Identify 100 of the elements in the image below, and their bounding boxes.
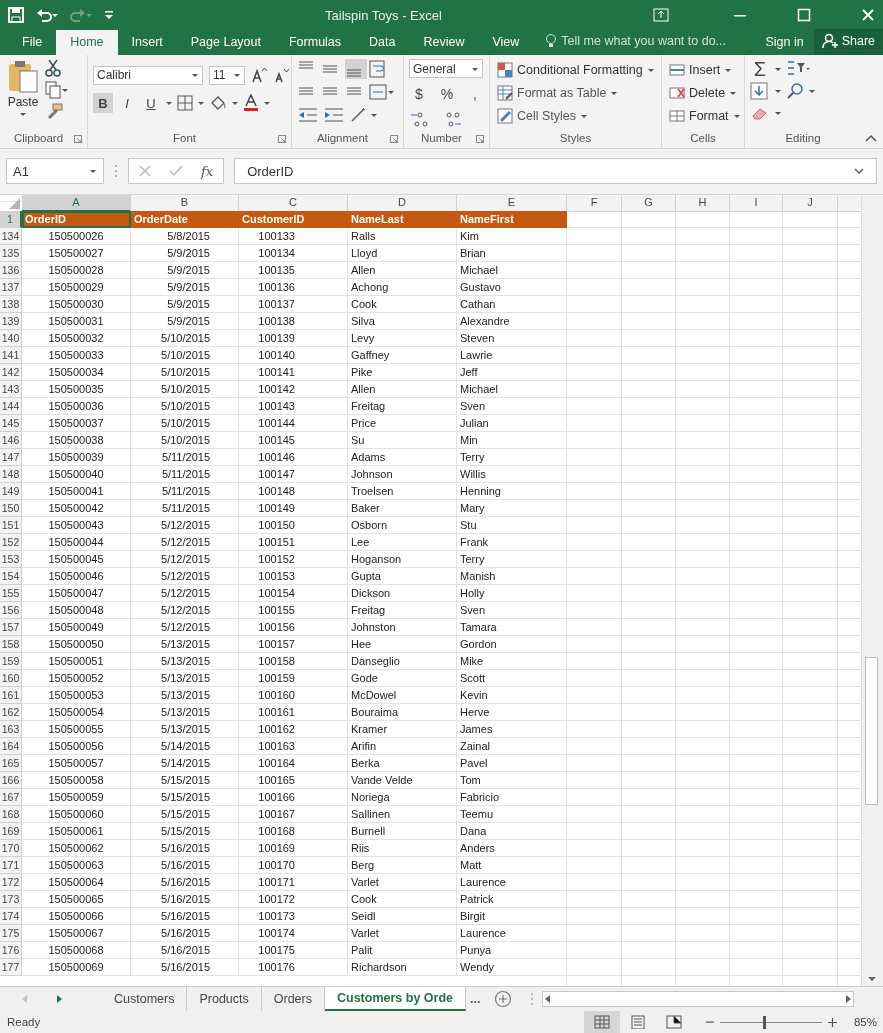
more-sheets-button[interactable]: ...: [466, 992, 489, 1007]
table-cell[interactable]: 150500045: [22, 550, 131, 568]
table-cell[interactable]: 150500065: [22, 890, 131, 908]
table-cell[interactable]: Birgit: [457, 907, 567, 925]
delete-button[interactable]: Delete: [667, 82, 743, 104]
table-cell[interactable]: Punya: [457, 941, 567, 959]
table-cell[interactable]: Brian: [457, 244, 567, 262]
table-cell[interactable]: 150500028: [22, 261, 131, 279]
table-cell[interactable]: 150500043: [22, 516, 131, 534]
table-cell[interactable]: Fabricio: [457, 788, 567, 806]
table-cell[interactable]: Freitag: [348, 601, 457, 619]
table-cell[interactable]: 150500055: [22, 720, 131, 738]
table-cell[interactable]: Noriega: [348, 788, 457, 806]
collapse-ribbon-icon[interactable]: [865, 133, 877, 142]
vertical-scrollbar[interactable]: [861, 194, 883, 987]
table-cell[interactable]: 100143: [239, 397, 348, 415]
table-cell[interactable]: 5/12/2015: [131, 533, 239, 551]
table-cell[interactable]: Min: [457, 431, 567, 449]
table-cell[interactable]: 150500050: [22, 635, 131, 653]
table-cell[interactable]: 150500052: [22, 669, 131, 687]
fill-down-icon[interactable]: [750, 82, 770, 100]
zoom-level[interactable]: 85%: [847, 1016, 877, 1028]
caret-icon[interactable]: [774, 110, 782, 116]
format-as-table-button[interactable]: Format as Table: [495, 82, 657, 104]
table-cell[interactable]: 5/16/2015: [131, 924, 239, 942]
table-cell[interactable]: 5/12/2015: [131, 618, 239, 636]
table-cell[interactable]: 150500053: [22, 686, 131, 704]
table-cell[interactable]: 150500061: [22, 822, 131, 840]
table-cell[interactable]: 150500056: [22, 737, 131, 755]
font-name-dropdown[interactable]: Calibri: [93, 65, 203, 85]
format-button[interactable]: Format: [667, 105, 743, 127]
table-cell[interactable]: 150500030: [22, 295, 131, 313]
table-cell[interactable]: 5/12/2015: [131, 550, 239, 568]
table-cell[interactable]: 150500058: [22, 771, 131, 789]
table-cell[interactable]: Freitag: [348, 397, 457, 415]
table-cell[interactable]: Troelsen: [348, 482, 457, 500]
row-header[interactable]: 1: [0, 210, 22, 228]
table-cell[interactable]: Burnell: [348, 822, 457, 840]
table-cell[interactable]: 100161: [239, 703, 348, 721]
copy-icon[interactable]: [45, 81, 69, 99]
table-cell[interactable]: 150500042: [22, 499, 131, 517]
table-cell[interactable]: Allen: [348, 380, 457, 398]
shrink-font-icon[interactable]: [273, 67, 289, 83]
table-cell[interactable]: Patrick: [457, 890, 567, 908]
lightbulb-icon[interactable]: [545, 33, 558, 49]
table-cell[interactable]: Wendy: [457, 958, 567, 976]
cell-styles-button[interactable]: Cell Styles: [495, 105, 657, 127]
table-cell[interactable]: Berka: [348, 754, 457, 772]
caret-icon[interactable]: [197, 100, 205, 106]
table-cell[interactable]: 150500035: [22, 380, 131, 398]
dialog-launcher-icon[interactable]: [476, 135, 484, 144]
table-cell[interactable]: Alexandre: [457, 312, 567, 330]
underline-button[interactable]: U: [141, 93, 161, 113]
paste-button[interactable]: Paste: [5, 59, 41, 131]
table-cell[interactable]: Zainal: [457, 737, 567, 755]
table-cell[interactable]: 100170: [239, 856, 348, 874]
merge-center-icon[interactable]: [369, 83, 395, 101]
ribbon-tab[interactable]: Data: [355, 30, 410, 55]
table-cell[interactable]: Gordon: [457, 635, 567, 653]
table-cell[interactable]: 5/12/2015: [131, 567, 239, 585]
table-cell[interactable]: 5/12/2015: [131, 601, 239, 619]
table-cell[interactable]: 5/16/2015: [131, 890, 239, 908]
table-cell[interactable]: 5/13/2015: [131, 669, 239, 687]
table-cell[interactable]: Silva: [348, 312, 457, 330]
table-cell[interactable]: 150500060: [22, 805, 131, 823]
table-cell[interactable]: 100168: [239, 822, 348, 840]
caret-icon[interactable]: [231, 100, 239, 106]
table-cell[interactable]: 5/13/2015: [131, 635, 239, 653]
table-cell[interactable]: 150500066: [22, 907, 131, 925]
table-cell[interactable]: 100158: [239, 652, 348, 670]
autosum-button[interactable]: Σ: [750, 59, 770, 79]
table-cell[interactable]: 5/15/2015: [131, 771, 239, 789]
table-cell[interactable]: 5/11/2015: [131, 448, 239, 466]
table-cell[interactable]: 100175: [239, 941, 348, 959]
table-cell[interactable]: Lawrie: [457, 346, 567, 364]
table-cell[interactable]: 100138: [239, 312, 348, 330]
table-cell[interactable]: Cook: [348, 295, 457, 313]
table-cell[interactable]: 5/9/2015: [131, 244, 239, 262]
sort-filter-icon[interactable]: [786, 60, 810, 78]
table-cell[interactable]: Herve: [457, 703, 567, 721]
table-cell[interactable]: 100173: [239, 907, 348, 925]
table-cell[interactable]: 150500051: [22, 652, 131, 670]
table-cell[interactable]: 5/10/2015: [131, 346, 239, 364]
wrap-text-icon[interactable]: [369, 60, 387, 78]
table-cell[interactable]: Varlet: [348, 924, 457, 942]
table-cell[interactable]: Gustavo: [457, 278, 567, 296]
check-icon[interactable]: [169, 165, 183, 178]
table-cell[interactable]: Gaffney: [348, 346, 457, 364]
new-sheet-icon[interactable]: [494, 990, 513, 1009]
table-cell[interactable]: Hoganson: [348, 550, 457, 568]
table-cell[interactable]: Sallinen: [348, 805, 457, 823]
table-cell[interactable]: 5/11/2015: [131, 465, 239, 483]
table-cell[interactable]: 100153: [239, 567, 348, 585]
table-cell[interactable]: Allen: [348, 261, 457, 279]
table-cell[interactable]: 150500027: [22, 244, 131, 262]
table-cell[interactable]: Lee: [348, 533, 457, 551]
table-cell[interactable]: 150500063: [22, 856, 131, 874]
zoom-in-icon[interactable]: [828, 1017, 837, 1027]
table-cell[interactable]: 150500057: [22, 754, 131, 772]
table-cell[interactable]: 100147: [239, 465, 348, 483]
